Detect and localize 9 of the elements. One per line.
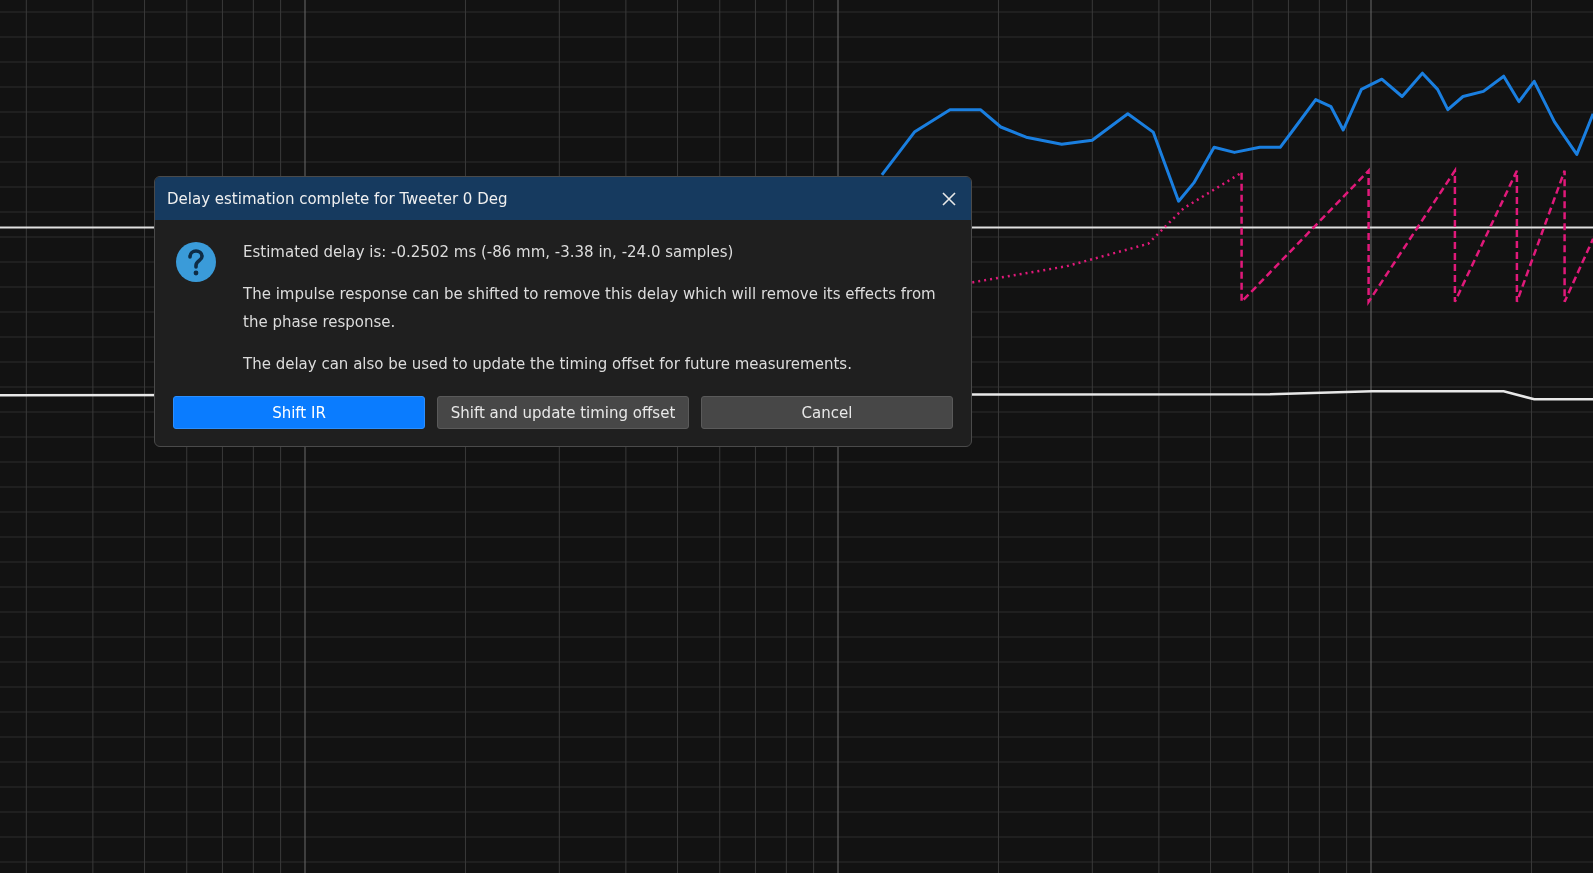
default-button[interactable]: Shift IR xyxy=(173,396,425,429)
dialog-button[interactable]: Shift and update timing offset xyxy=(437,396,689,429)
message-text: Estimated delay is: -0.2502 ms (-86 mm, -3.38 in, -24.0 samples) xyxy=(243,242,735,263)
close-icon xyxy=(941,190,957,207)
dialog-title: Delay estimation complete for Tweeter 0 Deg xyxy=(167,189,508,208)
question-icon xyxy=(175,241,217,283)
message-text: The delay can also be used to update the timing offset for future measurements. xyxy=(243,354,853,375)
message-text: The impulse response can be shifted to remove this delay which will remove its effects from the phase response. xyxy=(243,284,937,333)
dialog-button[interactable]: Cancel xyxy=(701,396,953,429)
